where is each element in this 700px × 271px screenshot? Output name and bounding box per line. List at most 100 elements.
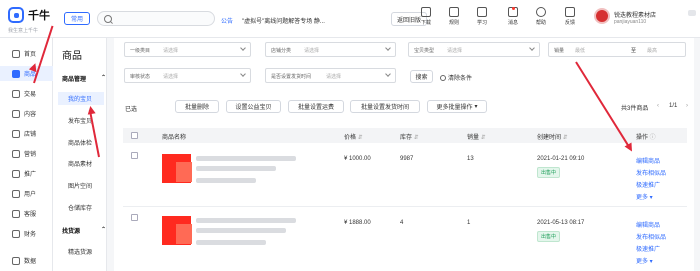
global-search-input[interactable] — [97, 11, 215, 26]
chevron-down-icon: ▾ — [648, 259, 653, 265]
sales-min-input[interactable]: 最低 — [575, 47, 585, 54]
filter-review-status[interactable]: 审核状态 请选择 — [124, 68, 251, 83]
more-ops-label: 更多 — [636, 259, 649, 265]
toolbar-feedback[interactable]: 反馈 — [560, 7, 580, 33]
sub-item-image-space[interactable]: 图片空间 — [58, 179, 104, 192]
nav-store[interactable]: 店铺 — [0, 126, 53, 141]
edit-item-link[interactable]: 编辑商品 — [636, 156, 660, 165]
download-icon — [421, 7, 431, 17]
publish-similar-link[interactable]: 发布相似品 — [636, 168, 666, 177]
shop-name[interactable]: 锐迭教程素材店 — [614, 10, 656, 19]
search-button[interactable]: 搜索 — [410, 70, 433, 83]
product-title-redacted[interactable] — [196, 218, 296, 223]
toolbar-learn-label: 学习 — [476, 20, 487, 26]
filter-ship-time-label: 是否设置发货时间 — [271, 74, 312, 80]
sub-item-inventory[interactable]: 仓储库存 — [58, 201, 104, 214]
select-all-checkbox[interactable] — [131, 132, 138, 139]
nav-service[interactable]: 客服 — [0, 206, 53, 221]
nav-user[interactable]: 用户 — [0, 186, 53, 201]
set-charity-button[interactable]: 设置公益宝贝 — [226, 100, 281, 113]
mode-pill-button[interactable]: 常用 — [64, 12, 90, 25]
prev-page-icon[interactable]: ‹ — [657, 103, 659, 109]
col-sales[interactable]: 销量 ⇵ — [467, 132, 486, 141]
filter-ship-time[interactable]: 是否设置发货时间 请选择 — [265, 68, 396, 83]
col-price[interactable]: 价格 ⇵ — [344, 132, 363, 141]
product-thumbnail[interactable] — [162, 154, 192, 183]
sub-item-publish[interactable]: 发布宝贝 — [58, 114, 104, 127]
batch-ship-time-button[interactable]: 批量设置发货时间 — [350, 100, 420, 113]
edit-item-link[interactable]: 编辑商品 — [636, 220, 660, 229]
page-indicator: 1/1 — [669, 103, 678, 109]
batch-delete-button[interactable]: 批量删除 — [175, 100, 219, 113]
scrollbar-up[interactable] — [688, 10, 696, 16]
nav-finance[interactable]: 财务 — [0, 226, 53, 241]
nav-data[interactable]: 数据 — [0, 253, 53, 268]
filter-sales-range[interactable]: 销量 最低 至 最高 — [548, 42, 686, 57]
logo[interactable]: 千牛 — [8, 7, 50, 23]
filter-review-status-placeholder: 请选择 — [163, 74, 179, 80]
filter-item-type-label: 宝贝类型 — [414, 48, 435, 54]
toolbar-download[interactable]: 下载 — [416, 7, 436, 33]
group-find-source-label: 找货源 — [62, 229, 81, 235]
row-divider — [123, 206, 687, 207]
toolbar-help[interactable]: 帮助 — [531, 7, 551, 33]
sub-item-my-items[interactable]: 我的宝贝 — [58, 92, 104, 105]
notice-text-link[interactable]: "虚拟号"离线问题解答专场 静... — [242, 16, 325, 25]
group-find-source[interactable]: 找货源 ⌃ — [62, 226, 106, 235]
product-title-redacted[interactable] — [196, 156, 296, 161]
publish-similar-link[interactable]: 发布相似品 — [636, 232, 666, 241]
clear-filters-button[interactable]: 清除条件 — [440, 73, 472, 82]
group-goods-management[interactable]: 商品管理 ⌃ — [62, 74, 106, 83]
nav-promotion[interactable]: 推广 — [0, 166, 53, 181]
row-price: ¥ 1000.00 — [344, 156, 371, 162]
chevron-down-icon: ▾ — [474, 104, 478, 110]
home-icon — [12, 49, 20, 58]
nav-trade[interactable]: 交易 — [0, 86, 53, 101]
filter-shop-category[interactable]: 店铺分类 请选择 — [265, 42, 396, 57]
row-checkbox[interactable] — [131, 214, 138, 221]
toolbar-learn[interactable]: 学习 — [472, 7, 492, 33]
trade-icon — [12, 89, 20, 98]
nav-content[interactable]: 内容 — [0, 106, 53, 121]
product-meta-redacted — [196, 228, 286, 233]
sales-max-input[interactable]: 最高 — [647, 47, 657, 54]
toolbar-rules[interactable]: 规则 — [444, 7, 464, 33]
chevron-up-icon: ⌃ — [100, 75, 106, 81]
nav-data-label: 数据 — [24, 259, 37, 265]
rules-icon — [449, 7, 459, 17]
sub-item-selected-source[interactable]: 精选货源 — [58, 245, 104, 258]
more-batch-actions-button[interactable]: 更多批量操作 ▾ — [427, 100, 487, 113]
shop-id: panjiayuan110 — [614, 19, 647, 25]
nav-service-label: 客服 — [24, 212, 37, 218]
row-checkbox[interactable] — [131, 152, 138, 159]
quick-promote-link[interactable]: 极速推广 — [636, 180, 660, 189]
promotion-icon — [12, 169, 20, 178]
avatar[interactable] — [594, 8, 610, 24]
filter-item-type[interactable]: 宝贝类型 请选择 — [408, 42, 540, 57]
filter-item-type-placeholder: 请选择 — [447, 48, 463, 54]
filter-ship-time-placeholder: 请选择 — [326, 74, 342, 80]
product-thumbnail[interactable] — [162, 216, 192, 245]
toolbar-message-label: 消息 — [507, 20, 518, 26]
nav-marketing[interactable]: 营销 — [0, 146, 53, 161]
col-stock[interactable]: 库存 ⇵ — [400, 132, 419, 141]
more-batch-actions-label: 更多批量操作 — [436, 105, 473, 111]
nav-goods[interactable]: 商品 — [0, 66, 53, 81]
learn-icon — [477, 7, 487, 17]
batch-freight-button[interactable]: 批量设置运费 — [288, 100, 344, 113]
filter-review-status-label: 审核状态 — [130, 74, 151, 80]
more-ops-link[interactable]: 更多 ▾ — [636, 192, 653, 201]
quick-promote-link[interactable]: 极速推广 — [636, 244, 660, 253]
next-page-icon[interactable]: › — [686, 103, 688, 109]
filter-shop-category-placeholder: 请选择 — [304, 48, 320, 54]
col-actions: 操作 ⓘ — [636, 132, 656, 141]
col-created[interactable]: 创建时间 ⇵ — [537, 132, 568, 141]
product-meta-redacted — [196, 178, 256, 183]
sub-item-material[interactable]: 商品素材 — [58, 157, 104, 170]
total-items: 共3件商品 — [621, 106, 649, 112]
col-name: 商品名称 — [162, 135, 187, 141]
filter-category[interactable]: 一级类目 请选择 — [124, 42, 251, 57]
toolbar-message[interactable]: 消息 — [503, 7, 523, 33]
more-ops-link[interactable]: 更多 ▾ — [636, 256, 653, 265]
col-created-label: 创建时间 — [537, 135, 562, 141]
